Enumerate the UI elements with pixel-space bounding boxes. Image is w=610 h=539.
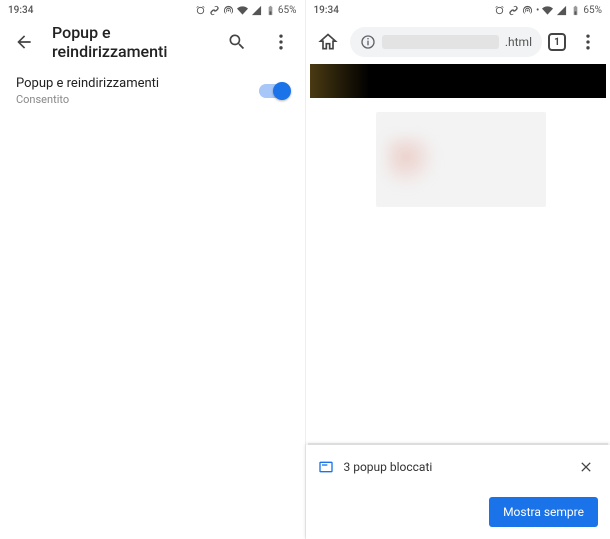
more-vert-icon [578, 32, 598, 52]
tabs-button[interactable]: 1 [548, 33, 566, 51]
search-button[interactable] [221, 26, 253, 58]
url-suffix: .html [505, 35, 532, 49]
battery-percent: 65% [583, 5, 602, 16]
popup-blocked-text: 3 popup bloccati [344, 460, 565, 474]
dismiss-button[interactable] [574, 455, 598, 479]
status-time: 19:34 [8, 5, 33, 16]
status-time: 19:34 [314, 5, 339, 16]
url-bar[interactable]: .html [350, 27, 543, 57]
battery-icon [265, 5, 276, 16]
settings-screen: 19:34 65% Popup e reindirizzamenti Popup… [0, 0, 306, 539]
page-image [376, 112, 546, 207]
page-header-bar [310, 64, 607, 98]
vibrate-icon [223, 5, 234, 16]
alarm-icon [494, 5, 505, 16]
page-title: Popup e reindirizzamenti [52, 23, 209, 61]
signal-icon [556, 5, 567, 16]
battery-percent: 65% [278, 5, 297, 16]
battery-icon [570, 5, 581, 16]
home-button[interactable] [312, 26, 344, 58]
popup-toggle[interactable] [259, 84, 289, 98]
vibrate-icon [522, 5, 533, 16]
popup-setting-row: Popup e reindirizzamenti Consentito [0, 64, 305, 118]
status-bar-right: 19:34 • 65% [306, 0, 610, 20]
browser-overflow-menu[interactable] [572, 26, 604, 58]
overflow-menu[interactable] [265, 26, 297, 58]
setting-status: Consentito [16, 93, 259, 106]
tab-count: 1 [554, 37, 560, 48]
search-icon [227, 32, 247, 52]
home-icon [318, 32, 338, 52]
arrow-back-icon [14, 32, 34, 52]
alarm-icon [195, 5, 206, 16]
link-icon [209, 5, 220, 16]
wifi-icon [237, 5, 248, 16]
signal-icon [251, 5, 262, 16]
status-icons [195, 5, 276, 16]
wifi-icon [542, 5, 553, 16]
more-vert-icon [271, 32, 291, 52]
app-bar: Popup e reindirizzamenti [0, 20, 305, 64]
info-icon [360, 34, 376, 50]
url-redacted [382, 35, 499, 49]
status-icons: • [494, 5, 581, 16]
setting-label: Popup e reindirizzamenti [16, 76, 259, 91]
popup-blocked-icon [318, 459, 334, 475]
link-icon [508, 5, 519, 16]
omnibar: .html 1 [306, 20, 610, 64]
close-icon [578, 459, 594, 475]
always-show-button[interactable]: Mostra sempre [489, 497, 598, 527]
status-bar-left: 19:34 65% [0, 0, 305, 20]
browser-screen: 19:34 • 65% .html 1 [306, 0, 610, 539]
back-button[interactable] [8, 26, 40, 58]
popup-blocked-sheet: 3 popup bloccati Mostra sempre [306, 445, 610, 539]
